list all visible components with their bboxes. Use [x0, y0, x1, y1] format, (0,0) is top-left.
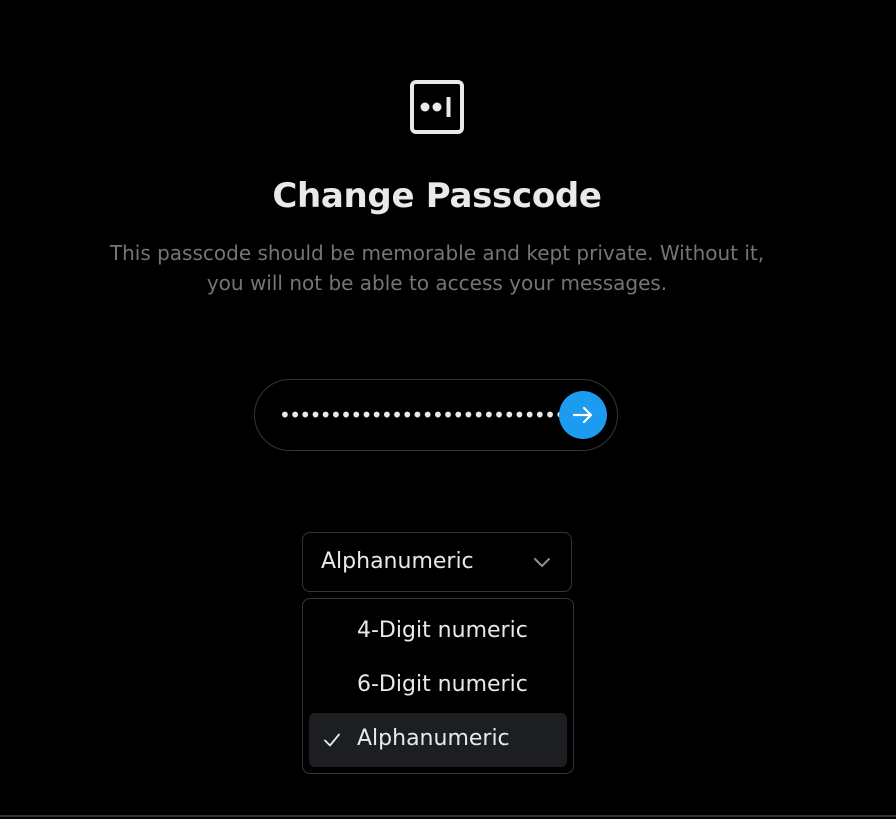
change-passcode-page: Change Passcode This passcode should be …: [0, 0, 896, 819]
check-icon: [324, 733, 340, 747]
chevron-down-icon: [534, 558, 550, 567]
page-title: Change Passcode: [272, 176, 602, 216]
bottom-divider: [0, 815, 896, 817]
passcode-logo-icon: [410, 80, 464, 134]
passcode-input[interactable]: ••••••••••••••••••••••••••••: [279, 398, 566, 432]
menu-item-label: 4-Digit numeric: [357, 618, 528, 643]
menu-item-4-digit[interactable]: 4-Digit numeric: [309, 605, 567, 659]
page-description: This passcode should be memorable and ke…: [109, 241, 765, 295]
select-value: Alphanumeric: [321, 549, 474, 574]
submit-button[interactable]: [559, 391, 607, 439]
passcode-field[interactable]: ••••••••••••••••••••••••••••: [254, 379, 618, 451]
passcode-type-menu: 4-Digit numeric 6-Digit numeric Alphanum…: [302, 598, 574, 774]
menu-item-label: 6-Digit numeric: [357, 672, 528, 697]
arrow-right-icon: [572, 406, 593, 424]
passcode-type-select[interactable]: Alphanumeric: [302, 532, 572, 592]
menu-item-6-digit[interactable]: 6-Digit numeric: [309, 659, 567, 713]
menu-item-label: Alphanumeric: [357, 726, 510, 751]
menu-item-alphanumeric[interactable]: Alphanumeric: [309, 713, 567, 767]
